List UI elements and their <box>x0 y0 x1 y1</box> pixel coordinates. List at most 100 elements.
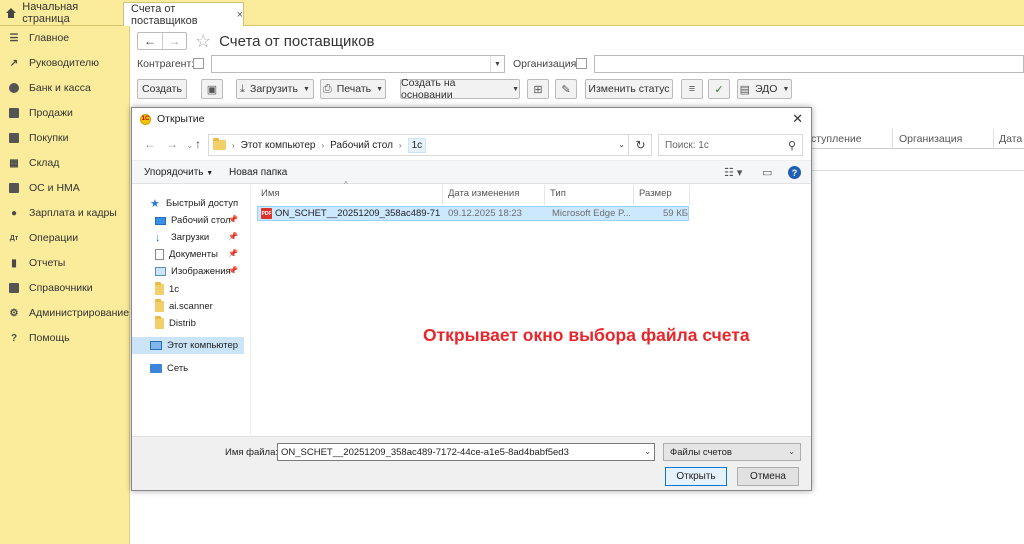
open-button[interactable]: Открыть <box>665 467 727 486</box>
sidebar-item-payroll[interactable]: ● Зарплата и кадры <box>0 201 130 225</box>
nav-downloads[interactable]: ↓ Загрузки 📌 <box>132 229 244 246</box>
sidebar-item-operations[interactable]: Дт Операции <box>0 226 130 250</box>
sidebar-item-reports[interactable]: ▮ Отчеты <box>0 251 130 275</box>
load-button[interactable]: ⤓ Загрузить ▼ <box>236 79 314 99</box>
back-button[interactable]: ← <box>138 33 162 49</box>
counterparty-field[interactable]: ▼ <box>211 55 505 73</box>
organization-field[interactable] <box>594 55 1024 73</box>
nav-documents[interactable]: Документы 📌 <box>132 246 244 263</box>
search-input[interactable]: Поиск: 1c ⚲ <box>658 134 803 156</box>
folder-icon <box>213 138 226 150</box>
organization-label: Организация: <box>513 58 580 70</box>
sidebar-item-warehouse[interactable]: ▦ Склад <box>0 151 130 175</box>
address-bar[interactable]: › Этот компьютер › Рабочий стол › 1c ⌄ <box>208 134 652 156</box>
column-type[interactable]: Тип <box>550 185 566 205</box>
edo-button[interactable]: ▤ ЭДО ▼ <box>737 79 792 99</box>
organization-checkbox[interactable] <box>576 58 587 69</box>
file-date: 09.12.2025 18:23 <box>448 208 522 219</box>
nav-pictures[interactable]: Изображения 📌 <box>132 263 244 280</box>
nav-folder-ai-scanner[interactable]: ai.scanner <box>132 298 244 315</box>
copy-button[interactable]: ▣ <box>201 79 223 99</box>
organize-button[interactable]: Упорядочить ▼ <box>144 167 213 178</box>
grid-column-organization[interactable]: Организация <box>899 133 962 145</box>
sidebar-item-help[interactable]: ? Помощь <box>0 326 130 350</box>
create-based-on-button[interactable]: Создать на основании ▼ <box>400 77 520 101</box>
file-row[interactable]: PDF ON_SCHET__20251209_358ac489-7172-4..… <box>257 206 689 221</box>
nav-label: Рабочий стол <box>171 215 231 226</box>
operations-icon: Дт <box>9 234 19 242</box>
person-icon: ● <box>10 207 18 219</box>
chevron-down-icon: ▼ <box>512 85 519 93</box>
signature-icon: ✓ <box>714 83 724 96</box>
forward-button[interactable]: → <box>162 33 186 49</box>
favorite-star-icon[interactable]: ☆ <box>195 32 211 50</box>
nav-network[interactable]: Сеть <box>132 360 244 377</box>
nav-quick-access[interactable]: ★ Быстрый доступ <box>132 195 244 212</box>
filename-value: ON_SCHET__20251209_358ac489-7172-44ce-a1… <box>281 447 569 458</box>
file-type: Microsoft Edge P... <box>552 208 630 219</box>
journal-button[interactable]: ≡ <box>681 79 703 99</box>
sidebar-item-manager[interactable]: ↗ Руководителю <box>0 51 130 75</box>
up-arrow-icon[interactable]: ↑ <box>195 137 201 151</box>
close-icon[interactable]: ✕ <box>792 111 803 127</box>
column-date[interactable]: Дата изменения <box>448 185 519 205</box>
sidebar-item-directories[interactable]: Справочники <box>0 276 130 300</box>
sidebar-item-purchases[interactable]: Покупки <box>0 126 130 150</box>
print-button[interactable]: ⎙ Печать ▼ <box>320 79 386 99</box>
nav-desktop[interactable]: Рабочий стол 📌 <box>132 212 244 229</box>
breadcrumb-1c[interactable]: 1c <box>407 137 427 153</box>
sidebar-item-administration[interactable]: ⚙ Администрирование <box>0 301 130 325</box>
help-icon[interactable]: ? <box>788 166 801 179</box>
sidebar-item-bank[interactable]: Банк и касса <box>0 76 130 100</box>
chevron-down-icon[interactable]: ⌄ <box>186 140 194 151</box>
column-size[interactable]: Размер <box>639 185 672 205</box>
breadcrumb-desktop[interactable]: Рабочий стол <box>330 140 393 151</box>
attach-button[interactable]: ✎ <box>555 79 577 99</box>
sidebar-item-main[interactable]: ☰ Главное <box>0 26 130 50</box>
grid-column-receipt[interactable]: ступление <box>811 133 862 145</box>
nav-folder-1c[interactable]: 1c <box>132 281 244 298</box>
pin-icon: 📌 <box>228 232 238 241</box>
column-name[interactable]: Имя <box>261 185 280 205</box>
refresh-button[interactable]: ↻ <box>628 134 652 156</box>
nav-label: ai.scanner <box>169 301 213 312</box>
sidebar-item-label: Операции <box>29 232 79 244</box>
file-list: ^ Имя Дата изменения Тип Размер PDF ON_S… <box>257 180 811 435</box>
home-tab[interactable]: Начальная страница <box>0 0 121 26</box>
view-options-icon[interactable]: ☷ ▾ <box>724 166 742 179</box>
list-icon: ≡ <box>688 83 696 95</box>
structure-button[interactable]: ⊞ <box>527 79 549 99</box>
chevron-down-icon[interactable]: ▼ <box>490 56 504 72</box>
back-arrow-icon[interactable]: ← <box>144 137 156 151</box>
edo-icon: ▤ <box>739 83 750 96</box>
sidebar-item-sales[interactable]: Продажи <box>0 101 130 125</box>
filename-input[interactable]: ON_SCHET__20251209_358ac489-7172-44ce-a1… <box>277 443 655 461</box>
warehouse-icon: ▦ <box>9 157 19 169</box>
tab-supplier-invoices[interactable]: Счета от поставщиков × <box>123 2 244 27</box>
truck-icon <box>8 182 20 194</box>
change-status-button[interactable]: Изменить статус <box>585 79 673 99</box>
nav-this-pc[interactable]: Этот компьютер <box>132 337 244 354</box>
nav-folder-distrib[interactable]: Distrib <box>132 315 244 332</box>
chevron-down-icon[interactable]: ⌄ <box>618 140 625 149</box>
counterparty-checkbox[interactable] <box>193 58 204 69</box>
sidebar-item-fixed-assets[interactable]: ОС и НМА <box>0 176 130 200</box>
new-folder-button[interactable]: Новая папка <box>229 167 287 178</box>
paperclip-icon: ✎ <box>561 83 571 96</box>
home-tab-label: Начальная страница <box>22 1 79 25</box>
preview-pane-icon[interactable]: ▭ <box>762 166 772 179</box>
sign-button[interactable]: ✓ <box>708 79 730 99</box>
create-based-on-label: Создать на основании <box>401 77 456 101</box>
breadcrumb-this-pc[interactable]: Этот компьютер <box>241 140 316 151</box>
chevron-down-icon[interactable]: ⌄ <box>644 447 651 456</box>
sort-arrow-icon: ^ <box>344 180 348 189</box>
create-button[interactable]: Создать <box>137 79 187 99</box>
create-button-label: Создать <box>142 83 182 95</box>
grid-column-date[interactable]: Дата <box>999 133 1022 145</box>
forward-arrow-icon[interactable]: → <box>166 137 178 151</box>
close-tab-icon[interactable]: × <box>237 9 243 21</box>
cancel-button[interactable]: Отмена <box>737 467 799 486</box>
dialog-titlebar[interactable]: 1С Открытие ✕ <box>132 108 811 130</box>
gear-icon: ⚙ <box>9 307 19 319</box>
filetype-select[interactable]: Файлы счетов ⌄ <box>663 443 801 461</box>
